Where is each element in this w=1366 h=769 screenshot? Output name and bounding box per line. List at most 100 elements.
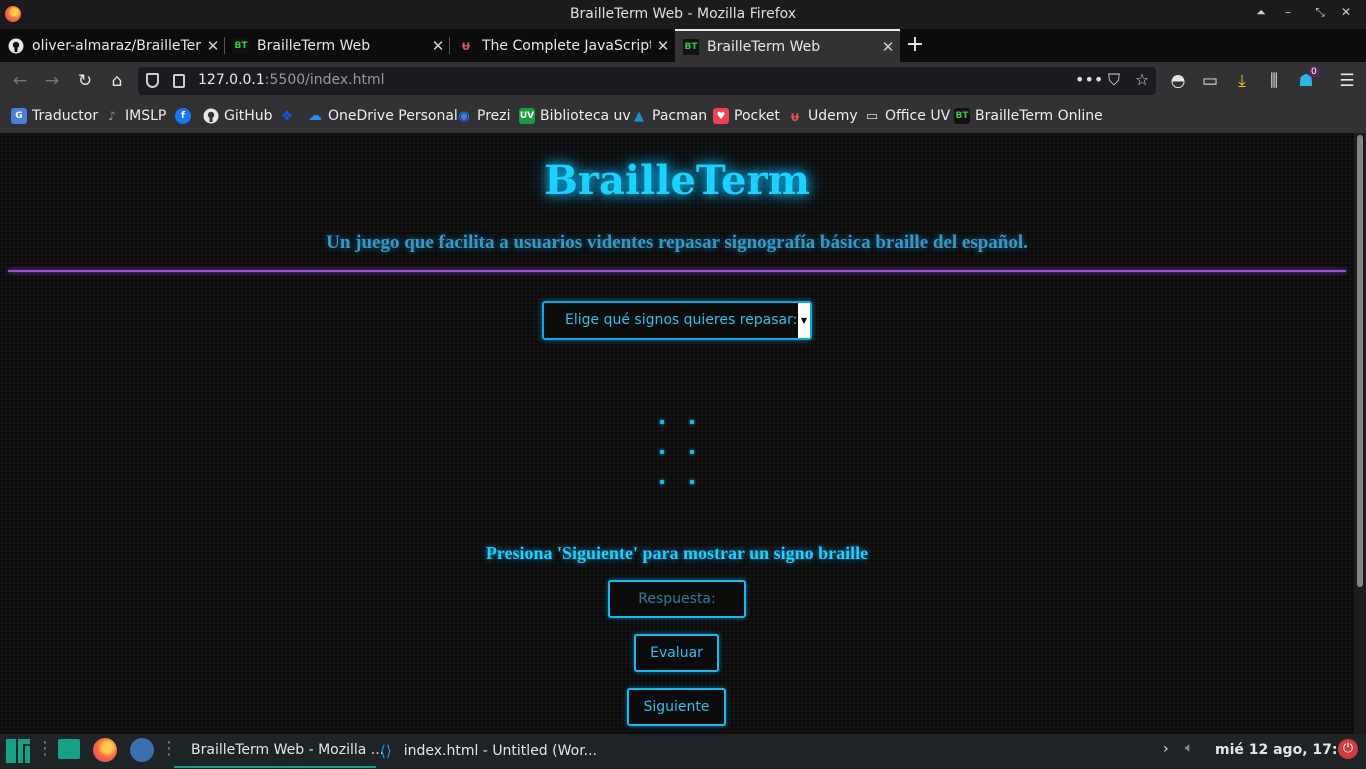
scrollbar-thumb[interactable] — [1357, 135, 1363, 587]
braille-dot-1 — [660, 420, 664, 424]
braille-dot-5 — [690, 450, 694, 454]
container-icon[interactable]: ▭ — [1199, 70, 1221, 92]
pocket-save-icon[interactable]: ⛉ — [1103, 70, 1125, 90]
bookmark-pocket[interactable]: ♥ Pocket — [713, 108, 780, 124]
tab-brailleterm-1[interactable]: BT BrailleTerm Web ✕ — [225, 29, 450, 62]
manjaro-menu-icon[interactable] — [4, 737, 32, 765]
power-icon[interactable]: ⏻ — [1338, 739, 1358, 759]
thunderbird-launcher-icon[interactable] — [130, 738, 154, 762]
tab-label: The Complete JavaScript C — [482, 37, 651, 54]
tab-label: oliver-almaraz/BrailleTerm — [32, 37, 201, 54]
vscode-icon: ⟨⟩ — [380, 742, 392, 760]
bt-icon: BT — [683, 38, 699, 55]
page-subtitle: Un juego que facilita a usuarios vidente… — [326, 232, 1028, 253]
braille-dot-4 — [690, 420, 694, 424]
keep-above-icon[interactable]: ⏶ — [1251, 5, 1271, 20]
chevron-down-icon[interactable]: ▼ — [798, 303, 810, 338]
bookmark-prezi[interactable]: ◉ Prezi — [456, 108, 510, 124]
menu-hamburger-icon[interactable]: ☰ — [1336, 70, 1358, 92]
bookmark-brailleterm-online[interactable]: BT BrailleTerm Online — [954, 108, 1103, 124]
bookmark-office-uv[interactable]: ▭ Office UV — [864, 108, 950, 124]
page-title: BrailleTerm — [544, 157, 810, 204]
folder-icon: ▭ — [865, 108, 879, 124]
forward-icon[interactable]: → — [41, 70, 63, 92]
bookmark-facebook[interactable]: f — [175, 108, 196, 124]
page-info-icon[interactable] — [173, 74, 185, 88]
uv-icon: UV — [519, 108, 535, 124]
library-icon[interactable]: ⫼ — [1263, 70, 1285, 92]
divider — [8, 270, 1346, 272]
taskbar-vscode-window[interactable]: ⟨⟩ index.html - Untitled (Wor... — [378, 734, 597, 768]
volume-icon[interactable]: 🔈︎ — [1185, 740, 1193, 756]
tracking-shield-icon[interactable] — [146, 73, 159, 88]
page-scrollbar[interactable] — [1354, 133, 1366, 734]
reload-icon[interactable]: ↻ — [74, 70, 96, 92]
tab-label: BrailleTerm Web — [707, 38, 821, 55]
dropbox-icon: ❖ — [281, 108, 293, 124]
tab-brailleterm-active[interactable]: BT BrailleTerm Web ✕ — [675, 29, 900, 62]
bookmark-udemy[interactable]: ᵾ Udemy — [787, 108, 858, 125]
imslp-icon: ♪ — [108, 109, 116, 123]
tray-expand-icon[interactable]: › — [1163, 741, 1169, 757]
braille-dot-3 — [660, 480, 664, 484]
bookmark-star-icon[interactable]: ☆ — [1131, 70, 1153, 89]
url-text[interactable]: 127.0.0.1:5500/index.html — [198, 72, 385, 88]
new-tab-icon[interactable]: + — [904, 29, 926, 62]
facebook-icon: f — [175, 108, 191, 124]
tab-label: BrailleTerm Web — [257, 37, 371, 54]
window-titlebar: BrailleTerm Web - Mozilla Firefox ⏶ – ⤡ … — [0, 0, 1366, 29]
arch-icon: ▲ — [634, 108, 644, 124]
translate-icon: G — [11, 108, 27, 124]
maximize-icon[interactable]: ⤡ — [1310, 5, 1330, 20]
back-icon[interactable]: ← — [9, 70, 31, 92]
instruction-text: Presiona 'Siguiente' para mostrar un sig… — [485, 543, 869, 563]
close-window-icon[interactable]: ✕ — [1336, 5, 1356, 19]
udemy-icon: ᵾ — [790, 108, 800, 125]
pocket-icon: ♥ — [713, 108, 729, 124]
tab-github[interactable]: oliver-almaraz/BrailleTerm ✕ — [0, 29, 225, 62]
bookmark-dropbox[interactable]: ❖ — [279, 108, 300, 124]
firefox-launcher-icon[interactable] — [93, 738, 117, 762]
sign-set-select[interactable]: Elige qué signos quieres repasar: ▼ — [542, 301, 812, 340]
evaluate-button[interactable]: Evaluar — [634, 634, 719, 672]
braille-dot-6 — [690, 480, 694, 484]
bt-icon: BT — [954, 108, 970, 124]
bookmark-traductor[interactable]: G Traductor — [11, 108, 98, 124]
minimize-icon[interactable]: – — [1278, 5, 1298, 19]
separator-handle-icon: ⋮ — [36, 738, 54, 759]
bookmark-onedrive[interactable]: ☁ OneDrive Personal — [307, 108, 458, 124]
bookmark-github[interactable]: GitHub — [203, 108, 273, 124]
github-icon — [8, 38, 24, 54]
navigation-toolbar: ← → ↻ ⌂ 127.0.0.1:5500/index.html ••• ⛉ … — [0, 62, 1366, 100]
prezi-icon: ◉ — [458, 108, 470, 124]
tab-strip: oliver-almaraz/BrailleTerm ✕ BT BrailleT… — [0, 29, 1366, 62]
extension-badge: 0 — [1309, 67, 1319, 77]
next-button[interactable]: Siguiente — [627, 688, 726, 726]
bookmark-imslp[interactable]: ♪ IMSLP — [104, 108, 166, 124]
bookmarks-toolbar: G Traductor ♪ IMSLP f GitHub ❖ ☁ OneDrive P… — [0, 100, 1366, 133]
taskbar: ⋮ ⋮ BrailleTerm Web - Mozilla ... ⟨⟩ ind… — [0, 734, 1366, 768]
answer-input[interactable]: Respuesta: — [608, 580, 746, 618]
close-tab-icon[interactable]: ✕ — [651, 37, 675, 55]
url-bar[interactable]: 127.0.0.1:5500/index.html ••• ⛉ ☆ — [138, 67, 1156, 95]
close-tab-icon[interactable]: ✕ — [876, 38, 900, 56]
bt-icon: BT — [233, 37, 249, 54]
tab-javascript-course[interactable]: ᵾ The Complete JavaScript C ✕ — [450, 29, 675, 62]
page-content: BrailleTerm Un juego que facilita a usua… — [0, 133, 1354, 734]
home-icon[interactable]: ⌂ — [106, 70, 128, 92]
downloads-icon[interactable]: ⤓ — [1231, 70, 1253, 92]
bookmark-pacman[interactable]: ▲ Pacman — [631, 108, 707, 124]
braille-dot-2 — [660, 450, 664, 454]
private-mask-icon[interactable]: ◓ — [1167, 70, 1189, 92]
github-icon — [203, 108, 219, 124]
page-actions-icon[interactable]: ••• — [1075, 70, 1103, 89]
window-title: BrailleTerm Web - Mozilla Firefox — [569, 6, 797, 22]
udemy-icon: ᵾ — [461, 38, 471, 54]
taskbar-firefox-window[interactable]: BrailleTerm Web - Mozilla ... — [174, 734, 384, 768]
file-manager-icon[interactable] — [58, 739, 80, 759]
select-label: Elige qué signos quieres repasar: — [565, 312, 798, 328]
close-tab-icon[interactable]: ✕ — [426, 37, 450, 55]
close-tab-icon[interactable]: ✕ — [201, 37, 225, 55]
bookmark-biblioteca-uv[interactable]: UV Biblioteca uv — [519, 108, 631, 124]
clock[interactable]: mié 12 ago, 17:12 — [1215, 742, 1357, 758]
